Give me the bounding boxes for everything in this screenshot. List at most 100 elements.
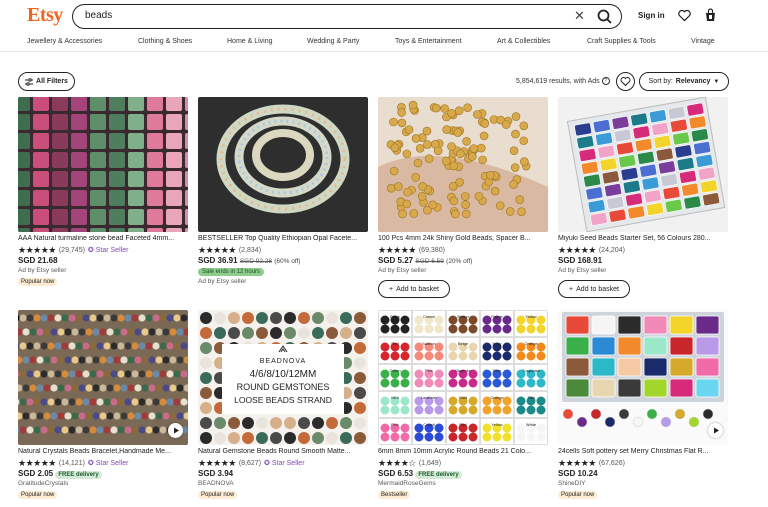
- listing-title[interactable]: Natural Gemstone Beads Round Smooth Matt…: [198, 448, 368, 455]
- listing-image[interactable]: [378, 97, 548, 232]
- listing-title[interactable]: BESTSELLER Top Quality Ethiopian Opal Fa…: [198, 235, 368, 242]
- add-to-basket-button[interactable]: + Add to basket: [378, 280, 450, 298]
- etsy-logo[interactable]: Etsy: [27, 4, 63, 27]
- acrylic-color-label: White: [526, 422, 537, 427]
- category-nav: Jewellery & Accessories Clothing & Shoes…: [0, 34, 768, 52]
- listing-image[interactable]: [18, 310, 188, 445]
- price: SGD 10.24: [558, 469, 598, 478]
- discount: (20% off): [446, 258, 473, 265]
- rating-row: ★★★★★ (29,745) ✪ Star Seller: [18, 245, 128, 255]
- listing-image[interactable]: BEADNOVA 4/6/8/10/12MM ROUND GEMSTONES L…: [198, 310, 368, 445]
- search-bar[interactable]: beads ✕: [72, 4, 622, 29]
- sort-value: Relevancy: [675, 78, 711, 85]
- rating-row: ★★★★★ (69,380): [378, 245, 445, 255]
- bestseller-badge: Bestseller: [378, 491, 411, 499]
- beadnova-line2-text: ROUND GEMSTONES: [237, 382, 330, 392]
- rating-row: ★★★★★ (8,627) ✪ Star Seller: [198, 458, 305, 468]
- acrylic-color-label: Pink: [425, 368, 433, 373]
- site-header: Etsy beads ✕ Sign in: [0, 0, 768, 34]
- acrylic-color-label: Purple: [491, 314, 503, 319]
- acrylic-color-label: Magenta: [455, 368, 471, 373]
- listing-card[interactable]: Natural Crystals Beads Bracelet,Handmade…: [18, 310, 188, 507]
- play-video-icon[interactable]: [708, 423, 723, 438]
- category-toys[interactable]: Toys & Entertainment: [395, 38, 462, 45]
- price: SGD 6.53: [378, 469, 414, 478]
- star-rating: ★★★★★: [18, 244, 56, 255]
- star-seller-badge: ✪ Star Seller: [87, 460, 129, 467]
- sort-prefix: Sort by:: [648, 78, 673, 85]
- shopping-bag-icon[interactable]: [704, 8, 717, 22]
- sign-in-link[interactable]: Sign in: [638, 11, 665, 20]
- beadnova-sizes-text: 4/6/8/10/12MM: [250, 369, 317, 380]
- price-row: SGD 5.27 SGD 6.59 (20% off): [378, 256, 472, 265]
- acrylic-color-label: Blue: [493, 368, 502, 373]
- acrylic-color-label: Brown: [457, 314, 468, 319]
- listing-card[interactable]: 100 Pcs 4mm 24k Shiny Gold Beads, Spacer…: [378, 97, 548, 298]
- all-filters-label: All Filters: [36, 78, 68, 85]
- favorites-heart-icon[interactable]: [678, 9, 691, 22]
- clear-search-icon[interactable]: ✕: [574, 8, 585, 24]
- acrylic-color-label: Teal: [527, 395, 534, 400]
- category-wedding[interactable]: Wedding & Party: [307, 38, 359, 45]
- price: SGD 2.05: [18, 469, 54, 478]
- review-count: (2,834): [238, 246, 262, 254]
- listing-title[interactable]: Miyuki Seed Beads Starter Set, 56 Colour…: [558, 235, 728, 242]
- acrylic-color-label: Mint: [391, 395, 399, 400]
- plus-icon: +: [389, 285, 394, 293]
- listing-title[interactable]: 6mm 8mm 10mm Acrylic Round Beads 21 Colo…: [378, 448, 548, 455]
- price-row: SGD 2.05 FREE delivery: [18, 469, 102, 479]
- category-home[interactable]: Home & Living: [227, 38, 273, 45]
- search-icon[interactable]: [596, 8, 614, 25]
- review-count: (67,626): [598, 459, 625, 467]
- acrylic-color-label: Orange: [490, 395, 504, 400]
- category-craft[interactable]: Craft Supplies & Tools: [587, 38, 656, 45]
- search-input[interactable]: beads: [85, 10, 112, 21]
- listing-image[interactable]: Black Cream Brown Purple Yellow Red Salmon Beig…: [378, 310, 548, 445]
- star-rating: ★★★★☆: [378, 457, 416, 468]
- listing-title[interactable]: AAA Natural turmaline stone bead Faceted…: [18, 235, 188, 242]
- listing-title[interactable]: Natural Crystals Beads Bracelet,Handmade…: [18, 448, 188, 455]
- category-art[interactable]: Art & Collectibles: [497, 38, 550, 45]
- review-count: (1,649): [418, 459, 442, 467]
- add-to-basket-button[interactable]: + Add to basket: [558, 280, 630, 298]
- rating-row: ★★★★★ (67,626): [558, 458, 625, 468]
- shop-name[interactable]: MermaidRoseGems: [378, 480, 436, 487]
- plus-icon: +: [569, 285, 574, 293]
- acrylic-color-label: Navy: [492, 341, 501, 346]
- chevron-down-icon: ▼: [713, 78, 720, 85]
- shop-name[interactable]: BEADNOVA: [198, 480, 234, 487]
- help-question-icon[interactable]: ?: [601, 77, 610, 85]
- all-filters-button[interactable]: All Filters: [18, 72, 75, 91]
- listing-image[interactable]: [558, 97, 728, 232]
- results-count: 5,854,619 results, with Ads ?: [516, 77, 610, 85]
- sort-dropdown[interactable]: Sort by: Relevancy ▼: [639, 72, 729, 91]
- listing-image[interactable]: [558, 310, 728, 445]
- category-jewellery[interactable]: Jewellery & Accessories: [27, 38, 102, 45]
- category-vintage[interactable]: Vintage: [691, 38, 715, 45]
- listing-card[interactable]: AAA Natural turmaline stone bead Faceted…: [18, 97, 188, 297]
- shop-name[interactable]: GratitudeCrystals: [18, 480, 68, 487]
- price-row: SGD 36.91 SGD 92.28 (60% off): [198, 256, 300, 265]
- sale-ends-badge: Sale ends in 12 hours: [198, 268, 265, 276]
- category-clothing[interactable]: Clothing & Shoes: [138, 38, 192, 45]
- listing-card[interactable]: BESTSELLER Top Quality Ethiopian Opal Fa…: [198, 97, 368, 297]
- listing-card[interactable]: Miyuki Seed Beads Starter Set, 56 Colour…: [558, 97, 728, 298]
- star-seller-badge: ✪ Star Seller: [264, 460, 305, 467]
- listing-title[interactable]: 100 Pcs 4mm 24k Shiny Gold Beads, Spacer…: [378, 235, 548, 242]
- listing-title[interactable]: 24cells Soft pottery set Merry Christmas…: [558, 448, 728, 455]
- price: SGD 5.27: [378, 256, 414, 265]
- popular-now-badge: Popular now: [18, 278, 58, 286]
- star-rating: ★★★★★: [198, 457, 236, 468]
- rating-row: ★★★★★ (2,834): [198, 245, 261, 255]
- listing-card[interactable]: Black Cream Brown Purple Yellow Red Salmon Beig…: [378, 310, 548, 507]
- play-video-icon[interactable]: [168, 423, 183, 438]
- listing-card[interactable]: BEADNOVA 4/6/8/10/12MM ROUND GEMSTONES L…: [198, 310, 368, 507]
- shop-name[interactable]: ShineDIY: [558, 480, 585, 487]
- discount: (60% off): [274, 258, 301, 265]
- listing-image[interactable]: [198, 97, 368, 232]
- listing-card[interactable]: 24cells Soft pottery set Merry Christmas…: [558, 310, 728, 507]
- listing-image[interactable]: [18, 97, 188, 232]
- save-search-heart-button[interactable]: [616, 72, 635, 91]
- beadnova-line3-text: LOOSE BEADS STRAND: [234, 395, 332, 405]
- acrylic-color-label: Gold: [459, 395, 467, 400]
